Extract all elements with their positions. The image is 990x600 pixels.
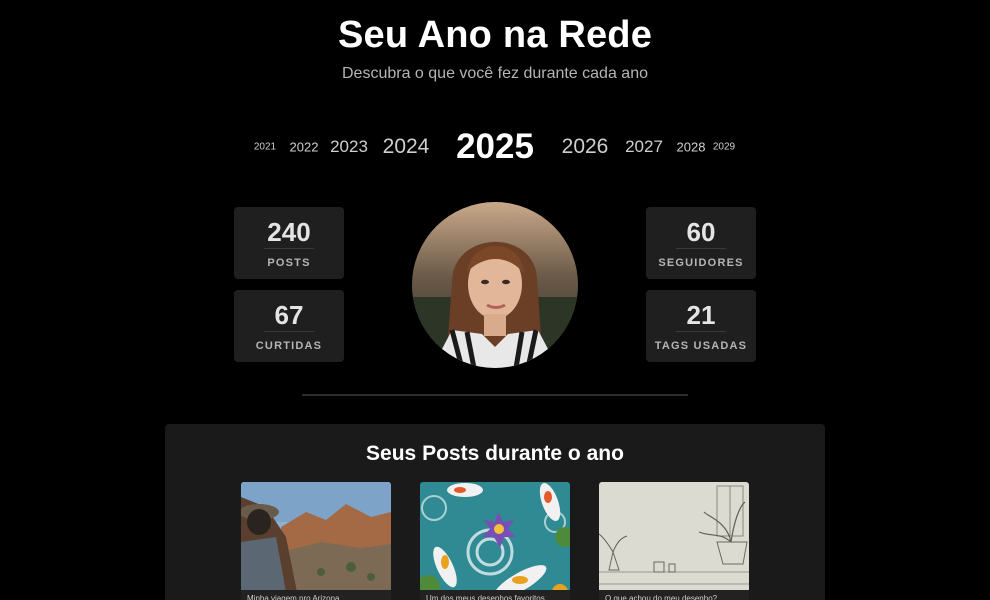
stat-posts: 240 POSTS [234,207,344,279]
post-card-arizona[interactable]: Minha viagem pro Arizona [241,482,391,600]
year-2024[interactable]: 2024 [383,135,430,159]
post-caption: Minha viagem pro Arizona [241,590,391,600]
year-selector: 2021 2022 2023 2024 2025 2026 2027 2028 … [0,124,990,170]
page-title: Seu Ano na Rede [337,14,653,56]
stat-posts-value: 240 [267,217,311,247]
year-2027[interactable]: 2027 [625,137,663,157]
stat-seguidores-label: SEGUIDORES [658,257,744,269]
post-image-landscape [241,482,391,600]
year-2021[interactable]: 2021 [254,142,276,153]
post-caption: O que achou do meu desenho? [599,590,749,600]
year-2025-selected[interactable]: 2025 [456,127,534,167]
section-divider [302,394,688,396]
stat-seguidores-value: 60 [686,217,716,247]
stat-seguidores: 60 SEGUIDORES [646,207,756,279]
year-2028[interactable]: 2028 [677,140,706,155]
stat-tags-label: TAGS USADAS [654,340,748,352]
stat-tags: 21 TAGS USADAS [646,290,756,362]
stat-posts-label: POSTS [267,257,311,269]
stat-divider [676,248,726,249]
post-image-koi-pattern [420,482,570,600]
posts-panel: Seus Posts durante o ano Minha viagem pr… [165,424,825,600]
stat-tags-value: 21 [686,300,716,330]
profile-avatar [412,202,578,368]
year-2023[interactable]: 2023 [330,137,368,157]
year-2029[interactable]: 2029 [713,142,735,153]
post-caption: Um dos meus desenhos favoritos [420,590,570,600]
year-2026[interactable]: 2026 [562,135,609,159]
stat-divider [676,331,726,332]
page-subtitle: Descubra o que você fez durante cada ano [342,65,648,82]
year-2022[interactable]: 2022 [290,140,319,155]
post-card-sketch[interactable]: O que achou do meu desenho? [599,482,749,600]
post-card-drawing[interactable]: Um dos meus desenhos favoritos [420,482,570,600]
stat-curtidas: 67 CURTIDAS [234,290,344,362]
stat-curtidas-value: 67 [274,300,304,330]
posts-section-title: Seus Posts durante o ano [366,442,624,465]
stat-divider [264,248,314,249]
post-image-sketch [599,482,749,600]
stat-curtidas-label: CURTIDAS [255,340,323,352]
stat-divider [264,331,314,332]
